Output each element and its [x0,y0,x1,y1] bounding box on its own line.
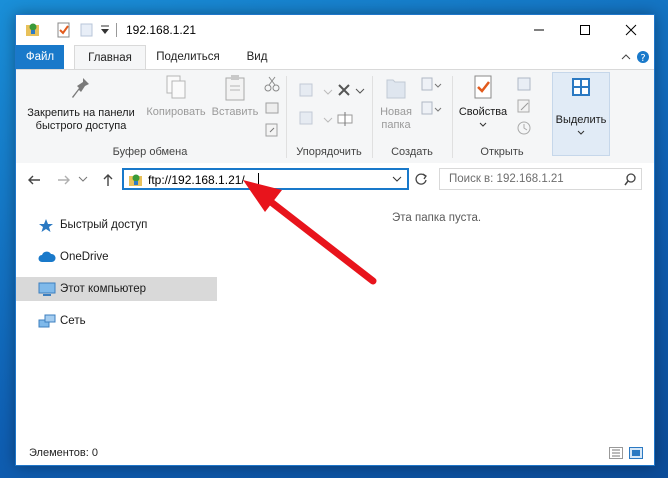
pin-icon [72,78,89,98]
cut-icon[interactable] [264,76,280,92]
paste-label: Вставить [211,106,259,118]
explorer-window: 192.168.1.21 Файл Главная Поделиться Вид… [15,14,655,466]
new-folder-qa-icon[interactable] [80,22,94,38]
qa-dropdown-icon[interactable] [100,25,110,35]
new-group-label: Создать [391,146,433,158]
address-dropdown-icon[interactable] [392,176,402,184]
tab-share[interactable]: Поделиться [150,45,226,69]
address-value: ftp://192.168.1.21/ [148,173,245,187]
paste-button[interactable]: Вставить [209,74,261,119]
star-icon [39,219,53,232]
properties-label: Свойства [458,106,508,118]
sidebar-item-label: Сеть [60,315,86,327]
select-label: Выделить [555,114,607,126]
sidebar-item-onedrive[interactable]: OneDrive [16,245,217,269]
sidebar-item-quick-access[interactable]: Быстрый доступ [16,213,217,237]
pin-label-line2: быстрого доступа [35,120,127,132]
recent-dropdown-icon[interactable] [78,176,88,184]
status-item-count: Элементов: 0 [29,447,98,459]
paste-shortcut-icon[interactable] [264,122,280,138]
address-bar[interactable]: ftp://192.168.1.21/ [122,168,409,190]
window-title: 192.168.1.21 [126,23,197,37]
copy-to-icon[interactable] [298,110,334,128]
easy-access-icon[interactable] [420,100,442,118]
network-icon [38,314,56,328]
new-folder-icon [386,79,406,99]
properties-qa-icon[interactable] [56,22,72,38]
pin-label-line1: Закрепить на панели [27,107,135,119]
group-separator [452,76,453,158]
up-icon[interactable] [100,172,116,188]
copy-button[interactable]: Копировать [143,74,209,119]
select-button[interactable]: Выделить [552,72,610,156]
ftp-location-icon [129,174,142,186]
properties-icon [474,75,492,99]
copy-icon [166,75,186,99]
close-button[interactable] [608,15,654,45]
text-cursor [258,173,259,187]
open-icon[interactable] [516,76,532,92]
open-group-label: Открыть [480,146,524,158]
sidebar-item-this-pc[interactable]: Этот компьютер [16,277,217,301]
address-row: ftp://192.168.1.21/ Поиск в: 192.168.1.2… [16,163,654,197]
tab-home[interactable]: Главная [74,45,146,71]
navigation-pane: Быстрый доступ OneDrive Этот компьютер С… [16,199,217,439]
large-icons-view-icon[interactable] [629,447,643,459]
forward-icon[interactable] [56,172,72,188]
minimize-icon [534,29,544,31]
select-dropdown-icon [577,130,585,135]
minimize-button[interactable] [516,15,562,45]
new-folder-label-line2: папка [381,119,411,131]
move-to-icon[interactable] [298,82,334,100]
new-item-icon[interactable] [420,76,442,94]
tab-file[interactable]: Файл [16,45,64,69]
sidebar-item-label: OneDrive [60,251,109,263]
ribbon: Закрепить на панели быстрого доступа Коп… [16,69,654,164]
copy-path-icon[interactable] [264,100,280,116]
clipboard-group-label: Буфер обмена [112,146,188,158]
new-folder-button[interactable]: Новая папка [374,74,418,132]
edit-icon[interactable] [516,98,532,114]
group-separator [286,76,287,158]
paste-icon [225,75,245,101]
sidebar-item-network[interactable]: Сеть [16,309,217,333]
rename-icon[interactable] [336,110,356,128]
sidebar-item-label: Быстрый доступ [60,219,148,231]
search-box[interactable]: Поиск в: 192.168.1.21 [439,168,642,190]
search-icon [624,173,636,186]
pin-quick-access-button[interactable]: Закрепить на панели быстрого доступа [20,74,142,133]
delete-icon[interactable] [336,82,368,100]
maximize-button[interactable] [562,15,608,45]
refresh-icon[interactable] [414,172,428,186]
tab-view[interactable]: Вид [238,45,276,69]
maximize-icon [580,25,590,35]
ribbon-tabs: Файл Главная Поделиться Вид ? [16,45,654,71]
properties-dropdown-icon [479,122,487,127]
empty-folder-message: Эта папка пуста. [392,212,482,224]
help-icon[interactable]: ? [636,50,650,64]
computer-icon [38,282,56,296]
ftp-folder-icon [26,23,39,36]
history-icon[interactable] [516,120,532,136]
copy-label: Копировать [146,106,206,118]
sidebar-item-label: Этот компьютер [60,283,146,295]
close-icon [625,24,637,36]
group-separator [372,76,373,158]
svg-text:?: ? [640,53,645,64]
title-bar: 192.168.1.21 [16,15,654,45]
properties-button[interactable]: Свойства [456,74,510,132]
title-separator [116,23,117,37]
cloud-icon [38,251,56,262]
organize-group-label: Упорядочить [296,146,362,158]
details-view-icon[interactable] [609,447,623,459]
new-folder-label-line1: Новая [380,106,412,118]
expand-ribbon-icon[interactable] [621,52,631,62]
search-input: Поиск в: 192.168.1.21 [449,173,564,185]
back-icon[interactable] [26,172,42,188]
select-grid-icon [572,78,590,96]
